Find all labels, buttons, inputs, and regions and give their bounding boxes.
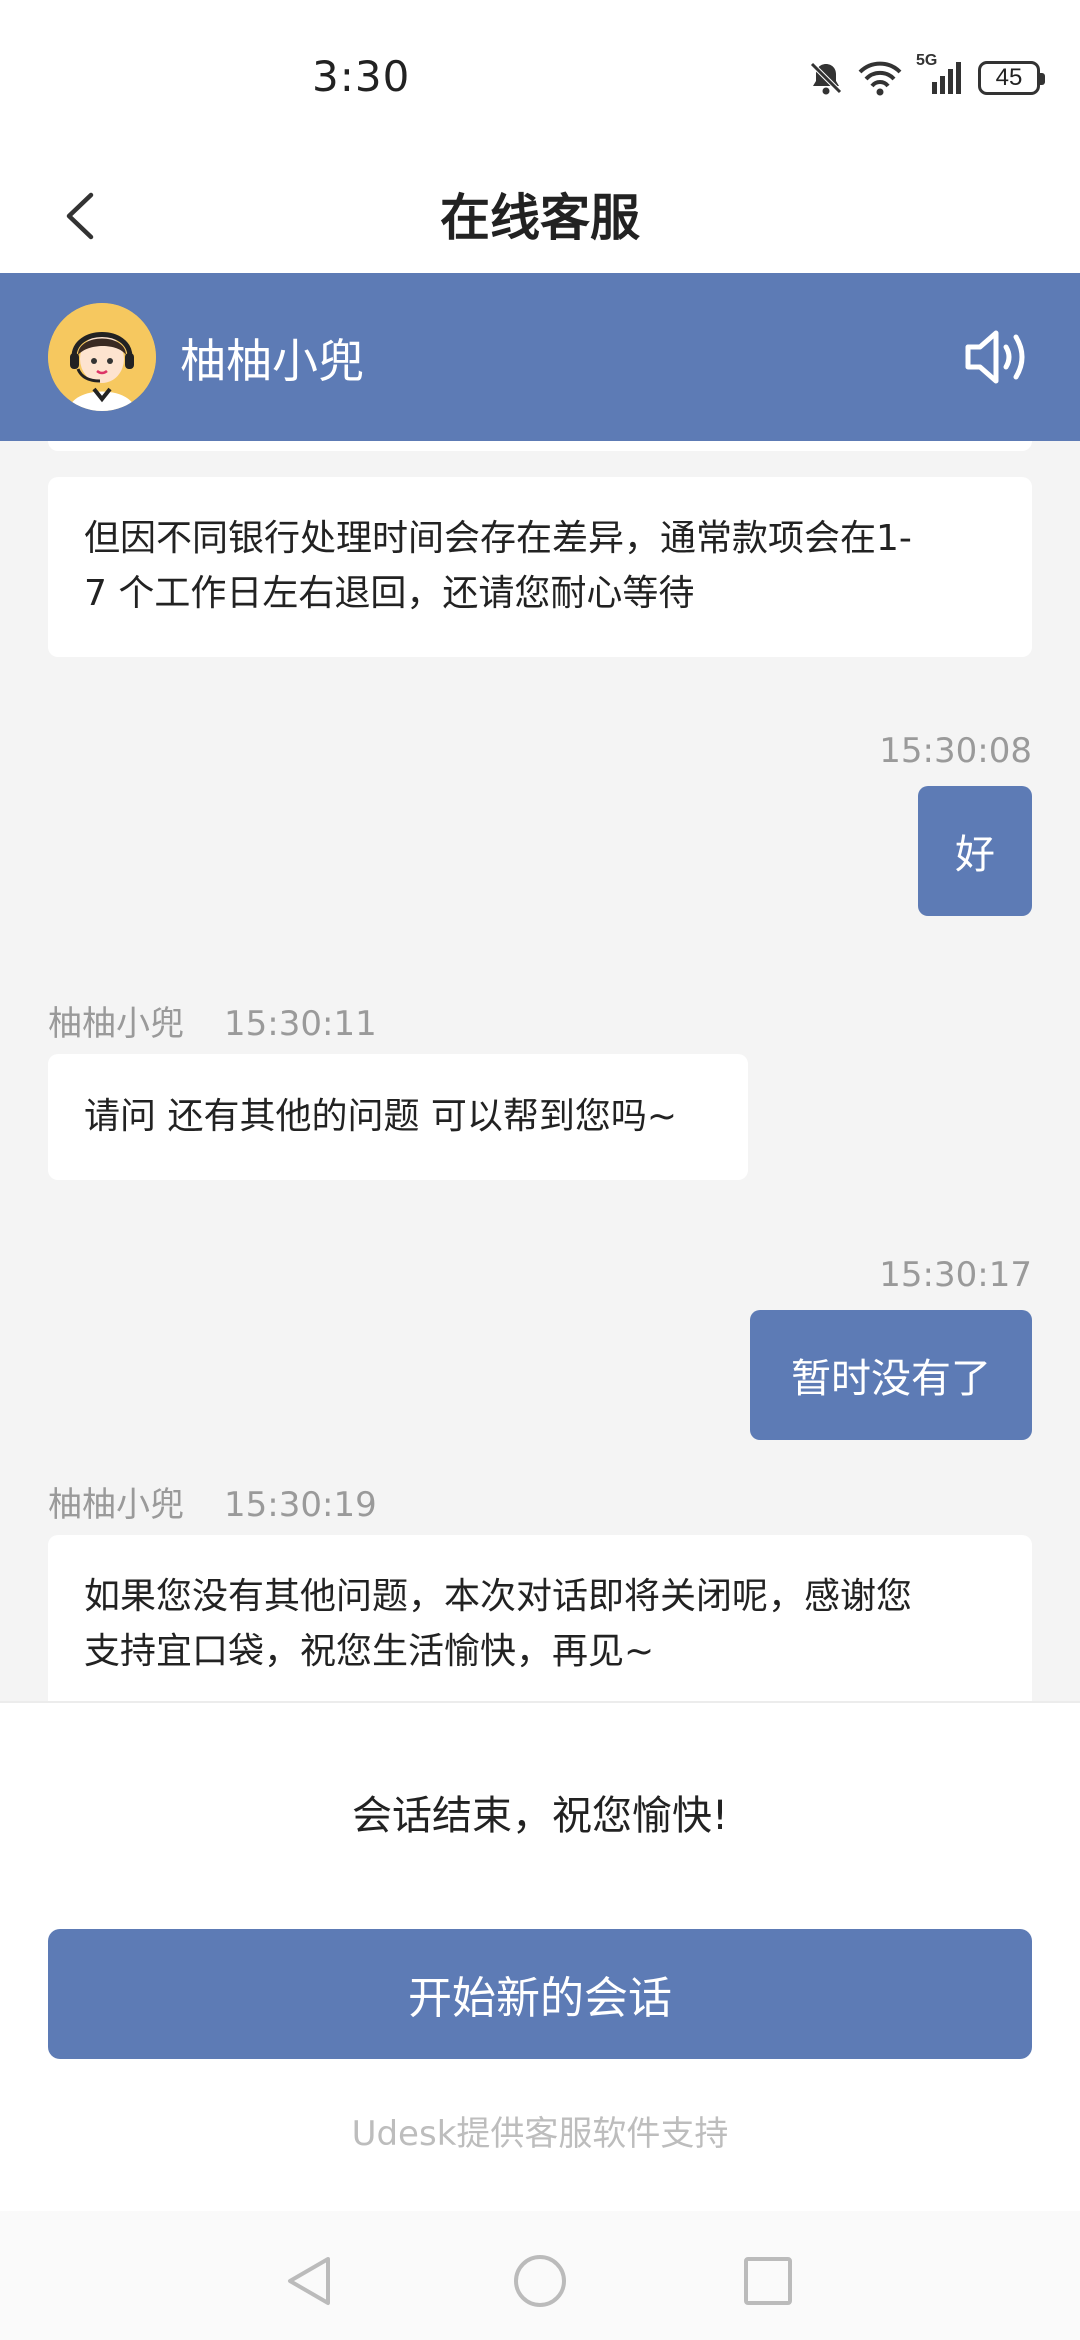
user-message-bubble: 好 (918, 786, 1032, 916)
powered-by-text: Udesk提供客服软件支持 (351, 2114, 729, 2154)
sender-name: 柚柚小兜 (48, 1485, 184, 1525)
status-time: 3:30 (312, 52, 411, 101)
session-end-panel: 会话结束，祝您愉快! 开始新的会话 Udesk提供客服软件支持 (0, 1701, 1080, 2213)
sender-name: 柚柚小兜 (48, 1004, 184, 1044)
agent-message-bubble: 但因不同银行处理时间会存在差异，通常款项会在1- 7 个工作日左右退回，还请您耐… (48, 477, 1032, 657)
user-message-bubble: 暂时没有了 (750, 1310, 1032, 1440)
nav-recents-icon (738, 2257, 798, 2315)
status-icons: 5G 45 (808, 52, 1045, 100)
speaker-button[interactable] (962, 325, 1036, 389)
nav-home-button[interactable] (510, 2251, 570, 2311)
new-session-button[interactable]: 开始新的会话 (48, 1929, 1032, 2059)
system-nav-bar (0, 2211, 1080, 2340)
message-text: 好 (955, 832, 995, 878)
message-text: 但因不同银行处理时间会存在差异，通常款项会在1- (84, 518, 912, 559)
chat-area[interactable]: 但因不同银行处理时间会存在差异，通常款项会在1- 7 个工作日左右退回，还请您耐… (0, 441, 1080, 1701)
screen: 3:30 5G 45 在线客服 柚柚小兜 但因不同银行处理时间会存在差异，通常款… (0, 0, 1080, 2340)
speaker-icon (962, 330, 1036, 393)
message-timestamp: 15:30:17 (879, 1255, 1032, 1295)
mute-bell-icon (808, 60, 844, 96)
message-text: 支持宜口袋，祝您生活愉快，再见~ (84, 1631, 655, 1672)
battery-level: 45 (995, 64, 1023, 91)
signal-icon: 5G (916, 52, 964, 98)
message-timestamp: 15:30:11 (224, 1004, 377, 1044)
title-bar: 在线客服 (0, 160, 1080, 273)
nav-recents-button[interactable] (738, 2251, 798, 2311)
support-agent-avatar (48, 303, 156, 411)
message-timestamp: 15:30:08 (879, 731, 1032, 771)
message-meta: 柚柚小兜 15:30:11 (48, 996, 377, 1045)
message-text: 暂时没有了 (791, 1356, 991, 1402)
message-text: 如果您没有其他问题，本次对话即将关闭呢，感谢您 (84, 1576, 913, 1617)
message-text: 7 个工作日左右退回，还请您耐心等待 (84, 573, 695, 614)
battery-icon: 45 (978, 61, 1045, 95)
status-bar: 3:30 5G 45 (0, 0, 1080, 160)
agent-message-bubble: 请问 还有其他的问题 可以帮到您吗~ (48, 1054, 748, 1180)
wifi-icon (858, 60, 902, 96)
agent-name: 柚柚小兜 (180, 334, 364, 388)
nav-back-button[interactable] (280, 2251, 340, 2311)
message-timestamp: 15:30:19 (224, 1485, 377, 1525)
nav-back-icon (280, 2257, 340, 2315)
page-title: 在线客服 (440, 189, 640, 247)
message-meta: 柚柚小兜 15:30:19 (48, 1477, 377, 1526)
nav-home-icon (510, 2255, 570, 2315)
previous-message-edge (48, 441, 1032, 451)
message-text: 请问 还有其他的问题 可以帮到您吗~ (84, 1096, 678, 1137)
agent-header: 柚柚小兜 (0, 273, 1080, 441)
session-end-text: 会话结束，祝您愉快! (351, 1793, 729, 1839)
new-session-label: 开始新的会话 (408, 1973, 672, 2024)
agent-message-bubble: 如果您没有其他问题，本次对话即将关闭呢，感谢您 支持宜口袋，祝您生活愉快，再见~ (48, 1535, 1032, 1701)
